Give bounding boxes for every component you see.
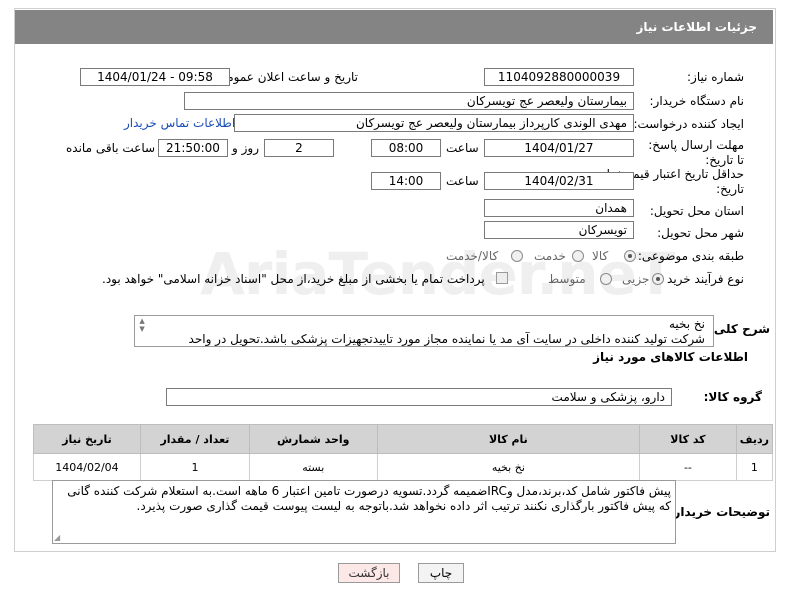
announce-field: 1404/01/24 - 09:58 [80,68,230,86]
col-unit: واحد شمارش [248,424,378,454]
deadline-time-field: 08:00 [371,139,441,157]
resize-grip-icon[interactable]: ◢ [54,533,60,542]
payment-note: پرداخت تمام یا بخشی از مبلغ خرید،از محل … [102,272,485,286]
remaining-time-field: 21:50:00 [158,139,228,157]
need-number-label: شماره نیاز: [687,70,744,84]
city-label: شهر محل تحویل: [657,226,744,240]
col-row: ردیف [735,424,774,454]
cell-unit: بسته [248,453,378,481]
buyer-notes-line-2: که پیش فاکتور بارگذاری نکنند ترتیب اثر د… [136,499,672,513]
buyer-notes-textarea[interactable]: پیش فاکتور شامل کد،برند،مدل وIRCضمیمه گر… [52,480,676,544]
table-row: 1 -- نخ بخیه بسته 1 1404/02/04 [33,453,774,481]
category-label: طبقه بندی موضوعی: [637,249,744,263]
table-header-row: ردیف کد کالا نام کالا واحد شمارش تعداد /… [33,424,774,454]
deadline-date-field: 1404/01/27 [484,139,634,157]
need-number-field: 1104092880000039 [484,68,634,86]
process-medium-label: متوسط [548,272,586,286]
cell-date: 1404/02/04 [33,453,141,481]
cell-code: -- [639,453,737,481]
city-field: تویسرکان [484,221,634,239]
days-label: روز و [232,141,259,155]
buyer-org-label: نام دستگاه خریدار: [649,94,745,108]
description-textarea[interactable]: نخ بخیه شرکت تولید کننده داخلی در سایت آ… [134,315,714,347]
description-line-2: شرکت تولید کننده داخلی در سایت آی مد یا … [188,332,705,346]
buyer-org-field: بیمارستان ولیعصر عج تویسرکان [184,92,634,110]
deadline-label: مهلت ارسال پاسخ: تا تاریخ: [648,138,744,167]
col-quantity: تعداد / مقدار [139,424,250,454]
category-both-label: کالا/خدمت [446,249,499,263]
back-button[interactable]: بازگشت [338,563,400,583]
buyer-notes-line-1: پیش فاکتور شامل کد،برند،مدل وIRCضمیمه گر… [67,484,671,498]
validity-time-field: 14:00 [371,172,441,190]
category-both-radio[interactable] [511,250,523,262]
remaining-label: ساعت باقی مانده [66,141,156,155]
scroll-down-icon[interactable]: ▼ [139,325,144,333]
category-goods-label: کالا [592,249,609,263]
days-field: 2 [264,139,334,157]
creator-field: مهدی الوندی کارپرداز بیمارستان ولیعصر عج… [234,114,634,132]
validity-date-field: 1404/02/31 [484,172,634,190]
deadline-time-label: ساعت [446,141,479,155]
col-name: نام کالا [376,424,641,454]
process-medium-radio[interactable] [600,273,612,285]
contact-buyer-link[interactable]: اطلاعات تماس خریدار [124,116,235,130]
print-button[interactable]: چاپ [418,563,464,583]
col-code: کد کالا [639,424,737,454]
announce-label: تاریخ و ساعت اعلان عمومی: [213,70,358,84]
description-line-1: نخ بخیه [668,317,705,331]
province-field: همدان [484,199,634,217]
process-minor-radio[interactable] [652,273,664,285]
category-service-radio[interactable] [572,250,584,262]
goods-group-label: گروه کالا: [703,390,762,404]
page-header: جزئیات اطلاعات نیاز [15,10,773,44]
category-goods-radio[interactable] [624,250,636,262]
col-date: تاریخ نیاز [33,424,141,454]
goods-group-field: دارو، پزشکی و سلامت [166,388,672,406]
category-service-label: خدمت [534,249,566,263]
cell-row: 1 [735,453,774,481]
goods-table: ردیف کد کالا نام کالا واحد شمارش تعداد /… [33,424,774,481]
cell-quantity: 1 [139,453,250,481]
cell-name: نخ بخیه [376,453,641,481]
process-label: نوع فرآیند خرید : [659,272,744,286]
province-label: استان محل تحویل: [649,204,744,218]
description-scrollbar[interactable]: ▲ ▼ [137,317,147,333]
treasury-checkbox[interactable] [496,272,508,284]
creator-label: ایجاد کننده درخواست: [633,117,744,131]
page-title: جزئیات اطلاعات نیاز [636,20,757,34]
goods-info-title: اطلاعات کالاهای مورد نیاز [593,350,748,364]
scroll-up-icon[interactable]: ▲ [139,317,144,325]
process-minor-label: جزیی [622,272,650,286]
validity-time-label: ساعت [446,174,479,188]
buyer-notes-label: توضیحات خریدار: [668,505,770,519]
